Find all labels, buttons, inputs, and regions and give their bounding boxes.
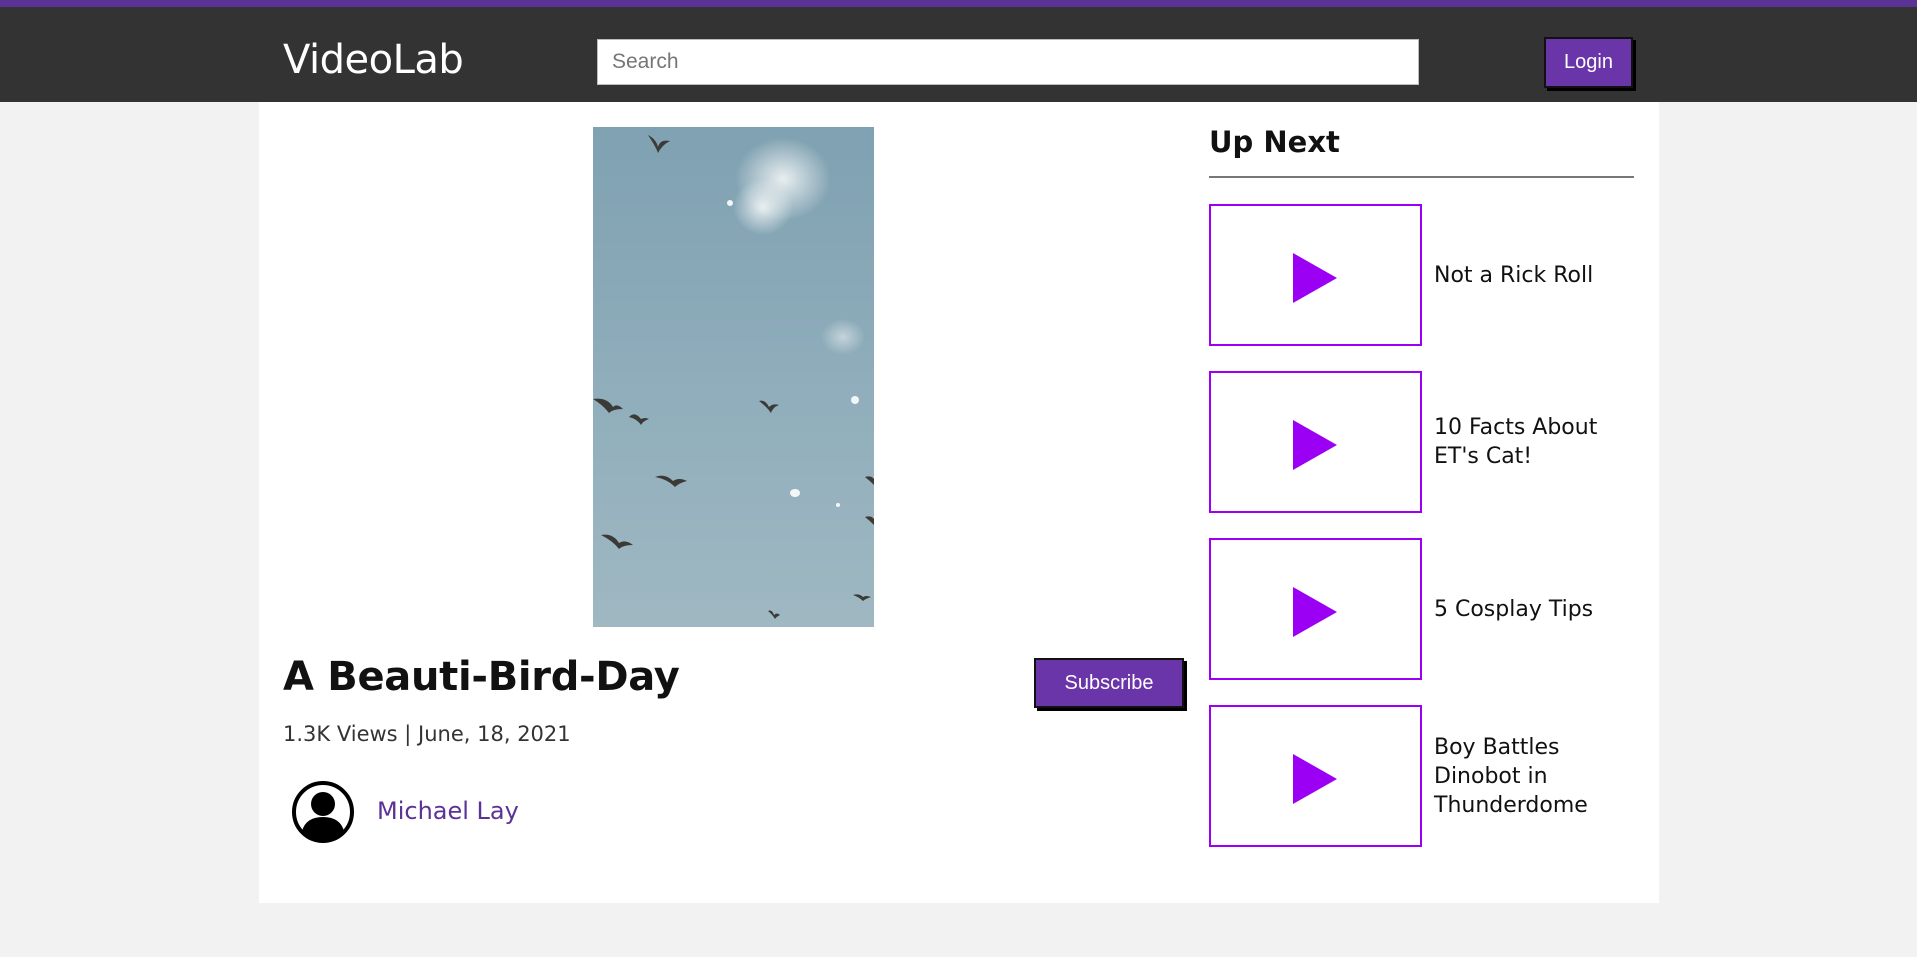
video-player[interactable] — [593, 127, 874, 627]
up-next-item[interactable]: 10 Facts About ET's Cat! — [1209, 371, 1634, 513]
header: VideoLab Login — [0, 7, 1917, 102]
play-icon — [1293, 587, 1337, 637]
up-next-item-title[interactable]: 10 Facts About ET's Cat! — [1434, 371, 1634, 513]
video-frame-sky — [593, 127, 874, 627]
author-link[interactable]: Michael Lay — [377, 797, 519, 825]
play-icon — [1293, 754, 1337, 804]
search-input[interactable] — [597, 39, 1419, 85]
up-next-heading: Up Next — [1209, 125, 1340, 159]
video-title: A Beauti-Bird-Day — [283, 654, 680, 700]
top-accent-bar — [0, 0, 1917, 7]
user-avatar-icon[interactable] — [292, 781, 354, 843]
video-thumbnail[interactable] — [1209, 538, 1422, 680]
video-meta: 1.3K Views | June, 18, 2021 — [283, 722, 571, 746]
up-next-item[interactable]: Not a Rick Roll — [1209, 204, 1634, 346]
subscribe-button[interactable]: Subscribe — [1034, 658, 1184, 708]
login-button[interactable]: Login — [1544, 37, 1633, 88]
play-icon — [1293, 420, 1337, 470]
video-thumbnail[interactable] — [1209, 204, 1422, 346]
site-logo[interactable]: VideoLab — [283, 37, 464, 83]
video-thumbnail[interactable] — [1209, 705, 1422, 847]
main-content: A Beauti-Bird-Day 1.3K Views | June, 18,… — [259, 102, 1659, 903]
up-next-divider — [1209, 176, 1634, 178]
video-thumbnail[interactable] — [1209, 371, 1422, 513]
up-next-item[interactable]: 5 Cosplay Tips — [1209, 538, 1634, 680]
play-icon — [1293, 253, 1337, 303]
up-next-item-title[interactable]: 5 Cosplay Tips — [1434, 538, 1634, 680]
up-next-item[interactable]: Boy Battles Dinobot in Thunderdome — [1209, 705, 1634, 847]
up-next-item-title[interactable]: Not a Rick Roll — [1434, 204, 1634, 346]
up-next-item-title[interactable]: Boy Battles Dinobot in Thunderdome — [1434, 705, 1634, 847]
